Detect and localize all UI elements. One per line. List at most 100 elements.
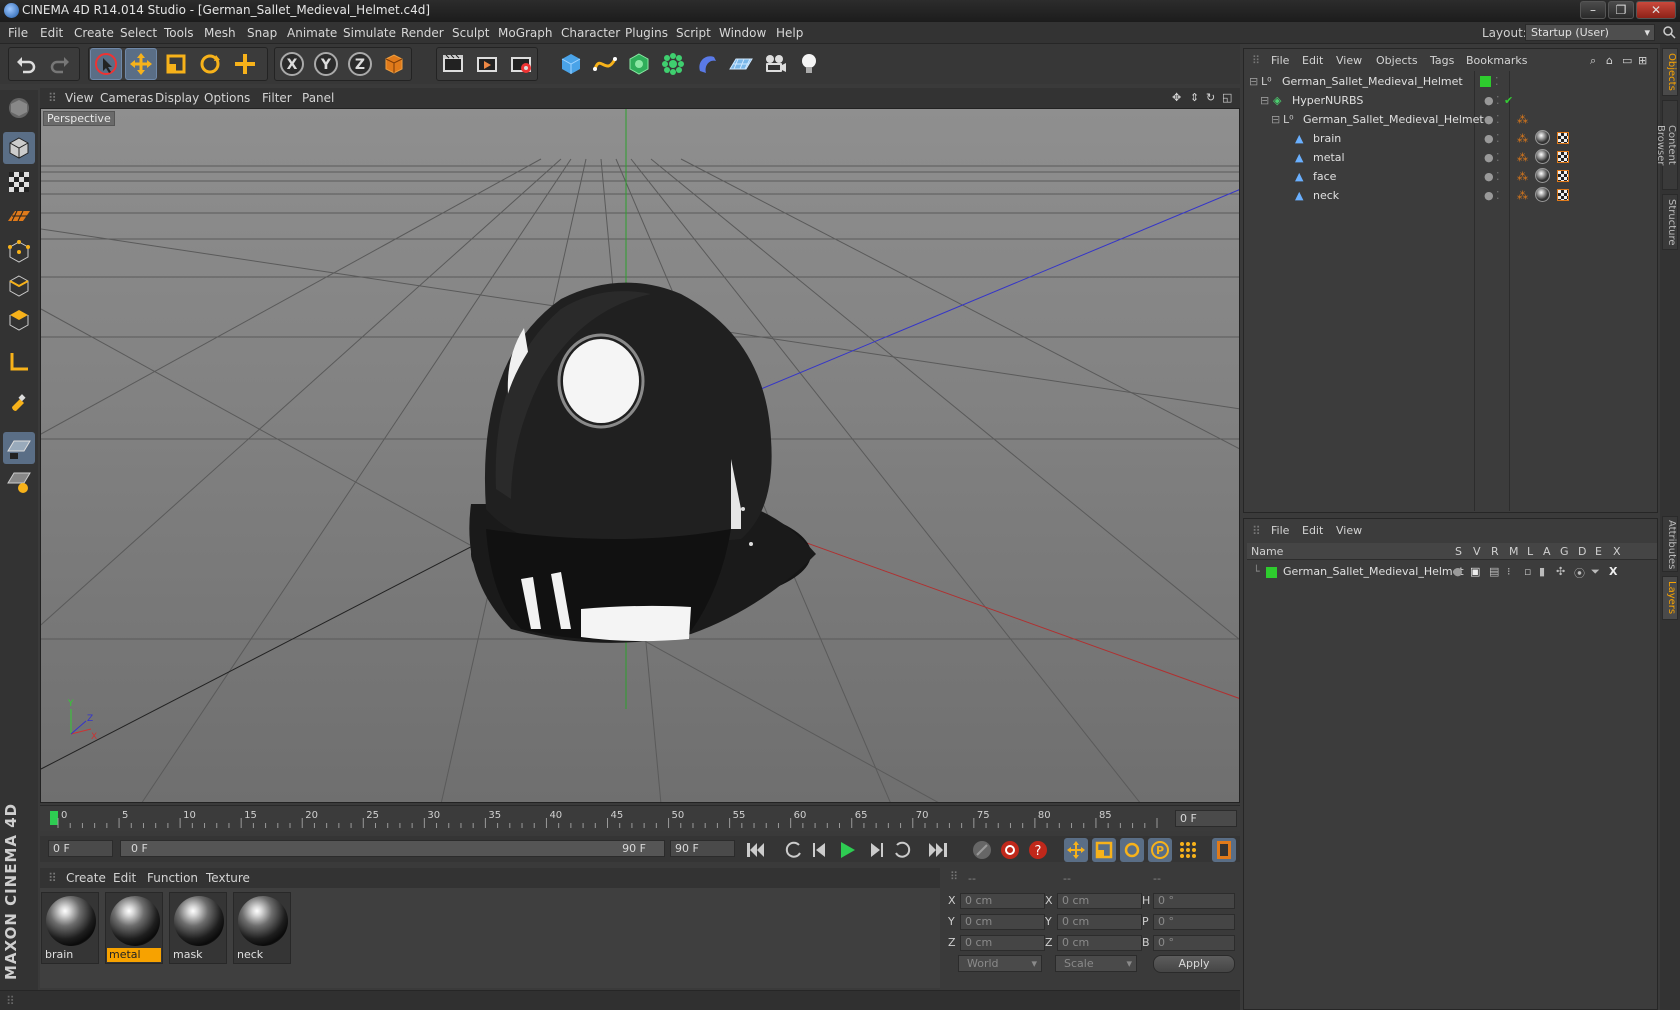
- tab-content-browser[interactable]: Content Browser: [1655, 100, 1678, 190]
- workplane-lock-icon[interactable]: [3, 432, 35, 464]
- object-row-face[interactable]: ▲ face ● ⁚ ⁂: [1245, 167, 1657, 187]
- material-menu-edit[interactable]: Edit: [113, 871, 136, 885]
- layer-manager-icon[interactable]: ⁝: [1507, 565, 1511, 578]
- objects-menu-view[interactable]: View: [1336, 54, 1362, 67]
- menu-edit[interactable]: Edit: [40, 26, 63, 40]
- workplane-mode-icon[interactable]: [3, 200, 35, 232]
- end-frame-field[interactable]: 90 F: [670, 840, 735, 857]
- z-axis-lock-icon[interactable]: Z: [344, 48, 376, 80]
- layer-col-lock[interactable]: L: [1527, 545, 1533, 558]
- object-row-metal[interactable]: ▲ metal ● ⁚ ⁂: [1245, 148, 1657, 168]
- phong-tag-icon[interactable]: ⁂: [1517, 132, 1528, 145]
- key-pla-icon[interactable]: [1176, 838, 1200, 862]
- editor-render-dots-icon[interactable]: ⁚: [1496, 94, 1500, 107]
- restore-button[interactable]: ❐: [1608, 1, 1634, 19]
- object-row-hypernurbs[interactable]: ⊟ ◈ HyperNURBS ● ⁚ ✔: [1245, 91, 1657, 111]
- autokey-icon[interactable]: [998, 838, 1022, 862]
- new-window-icon[interactable]: ⊞: [1638, 54, 1647, 67]
- go-to-start-icon[interactable]: [744, 838, 768, 862]
- x-axis-lock-icon[interactable]: X: [276, 48, 308, 80]
- visibility-dots-icon[interactable]: ●: [1484, 132, 1494, 145]
- layer-render-icon[interactable]: ▤: [1489, 565, 1499, 578]
- home-icon[interactable]: ⌂: [1606, 54, 1613, 67]
- key-position-icon[interactable]: [1064, 838, 1088, 862]
- phong-tag-icon[interactable]: ⁂: [1517, 151, 1528, 164]
- menu-help[interactable]: Help: [776, 26, 803, 40]
- menu-window[interactable]: Window: [719, 26, 766, 40]
- redo-icon[interactable]: [44, 48, 76, 80]
- spline-object-icon[interactable]: [589, 48, 621, 80]
- viewport-menu-view[interactable]: View: [65, 91, 93, 105]
- cube-object-icon[interactable]: [555, 48, 587, 80]
- layer-col-animation[interactable]: A: [1543, 545, 1551, 558]
- minimize-icon[interactable]: ▭: [1622, 54, 1632, 67]
- layers-menu-edit[interactable]: Edit: [1302, 524, 1323, 537]
- coordinate-system-icon[interactable]: [378, 48, 410, 80]
- viewport-menu-filter[interactable]: Filter: [262, 91, 292, 105]
- layer-color-swatch[interactable]: [1266, 567, 1277, 578]
- objects-menu-file[interactable]: File: [1271, 54, 1289, 67]
- current-frame-field[interactable]: 0 F: [1175, 810, 1237, 827]
- visibility-dots-icon[interactable]: ●: [1484, 151, 1494, 164]
- keyframe-selection-icon[interactable]: ?: [1026, 838, 1050, 862]
- edges-mode-icon[interactable]: [3, 270, 35, 302]
- tab-structure[interactable]: Structure: [1662, 194, 1678, 250]
- material-menu-function[interactable]: Function: [147, 871, 198, 885]
- coord-size-y-field[interactable]: 0 cm: [1057, 914, 1142, 930]
- object-row-neck[interactable]: ▲ neck ● ⁚ ⁂: [1245, 186, 1657, 206]
- layer-col-generators[interactable]: G: [1560, 545, 1569, 558]
- collapse-icon[interactable]: ⊟: [1271, 113, 1280, 126]
- viewport-menu-panel[interactable]: Panel: [302, 91, 334, 105]
- viewport-menu-display[interactable]: Display: [155, 91, 199, 105]
- editor-render-dots-icon[interactable]: ⁚: [1496, 132, 1500, 145]
- minimize-button[interactable]: –: [1580, 1, 1606, 19]
- collapse-icon[interactable]: ⊟: [1260, 94, 1269, 107]
- live-selection-icon[interactable]: [90, 48, 122, 80]
- objects-menu-bookmarks[interactable]: Bookmarks: [1466, 54, 1527, 67]
- menu-create[interactable]: Create: [74, 26, 114, 40]
- menu-tools[interactable]: Tools: [164, 26, 194, 40]
- coord-pos-y-field[interactable]: 0 cm: [960, 914, 1045, 930]
- go-to-end-icon[interactable]: [926, 838, 950, 862]
- apply-button[interactable]: Apply: [1153, 955, 1235, 973]
- undo-icon[interactable]: [10, 48, 42, 80]
- viewport-menu-cameras[interactable]: Cameras: [100, 91, 153, 105]
- layer-col-name[interactable]: Name: [1251, 545, 1283, 558]
- viewport-maximize-icon[interactable]: ◱: [1222, 91, 1232, 104]
- light-object-icon[interactable]: [793, 48, 825, 80]
- render-picture-viewer-icon[interactable]: [471, 48, 503, 80]
- layer-solo-icon[interactable]: ●: [1453, 565, 1463, 578]
- y-axis-lock-icon[interactable]: Y: [310, 48, 342, 80]
- uvw-tag-icon[interactable]: [1557, 170, 1569, 182]
- layer-col-view[interactable]: V: [1473, 545, 1481, 558]
- menu-script[interactable]: Script: [676, 26, 711, 40]
- array-object-icon[interactable]: [657, 48, 689, 80]
- points-mode-icon[interactable]: [3, 236, 35, 268]
- key-scale-icon[interactable]: [1092, 838, 1116, 862]
- snap-magnet-icon[interactable]: [3, 388, 35, 420]
- rotate-icon[interactable]: [194, 48, 226, 80]
- phong-tag-icon[interactable]: ⁂: [1517, 189, 1528, 202]
- phong-tag-icon[interactable]: ⁂: [1517, 113, 1528, 126]
- floor-object-icon[interactable]: [725, 48, 757, 80]
- next-frame-icon[interactable]: [864, 838, 888, 862]
- timeline-ruler[interactable]: 051015202530354045505560657075808590 0 F: [40, 805, 1240, 831]
- texture-mode-icon[interactable]: [3, 166, 35, 198]
- layer-color-swatch[interactable]: [1480, 76, 1491, 87]
- menu-mesh[interactable]: Mesh: [204, 26, 236, 40]
- next-key-icon[interactable]: [890, 838, 914, 862]
- visibility-dots-icon[interactable]: ●: [1484, 170, 1494, 183]
- object-row-helmet-group[interactable]: ⊟ L⁰ German_Sallet_Medieval_Helmet ● ⁚ ⁂: [1245, 110, 1657, 130]
- record-keys-disabled-icon[interactable]: [970, 838, 994, 862]
- objects-menu-edit[interactable]: Edit: [1302, 54, 1323, 67]
- object-row-root[interactable]: ⊟ L⁰ German_Sallet_Medieval_Helmet ⁚: [1245, 72, 1657, 92]
- menu-render[interactable]: Render: [401, 26, 444, 40]
- layer-row[interactable]: └ German_Sallet_Medieval_Helmet ● ▣ ▤ ⁝ …: [1245, 562, 1657, 582]
- visibility-dots-icon[interactable]: ⁚: [1495, 75, 1499, 88]
- objects-menu-tags[interactable]: Tags: [1430, 54, 1454, 67]
- render-view-icon[interactable]: [437, 48, 469, 80]
- material-menu-texture[interactable]: Texture: [206, 871, 250, 885]
- layer-animation-icon[interactable]: ▮: [1539, 565, 1545, 578]
- menu-character[interactable]: Character: [561, 26, 620, 40]
- menu-select[interactable]: Select: [120, 26, 157, 40]
